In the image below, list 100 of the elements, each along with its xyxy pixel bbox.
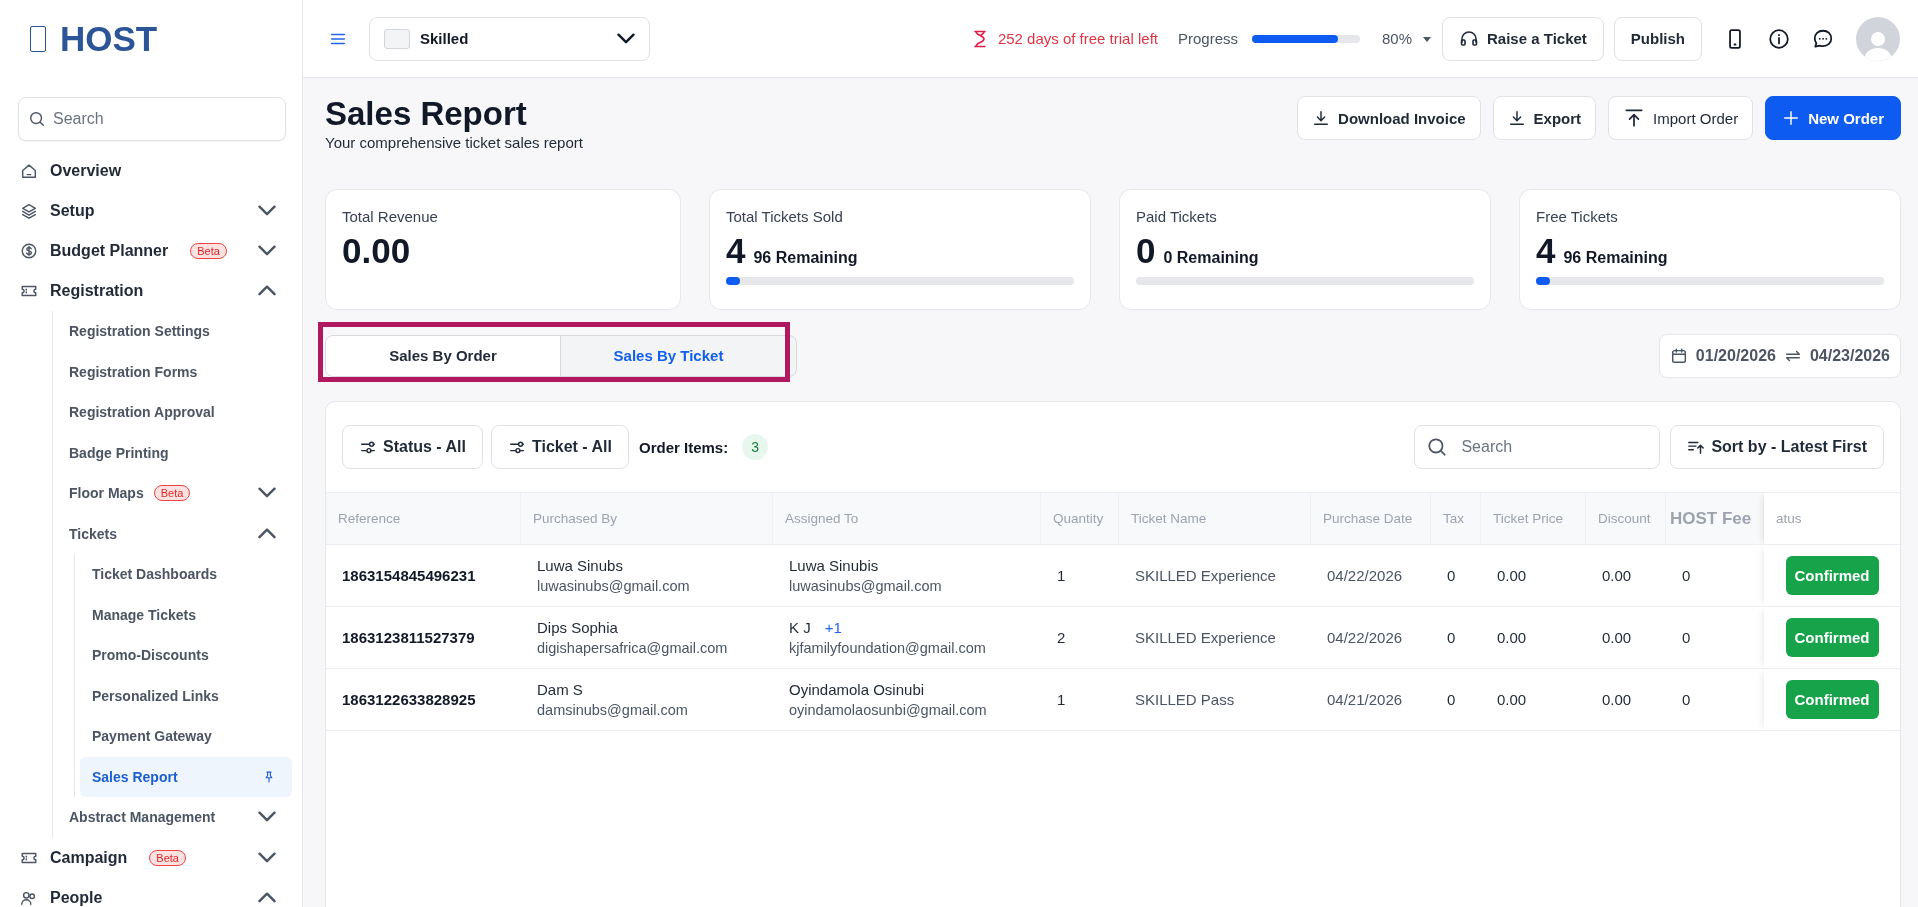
status-badge: Confirmed [1785,556,1879,595]
sidebar-item[interactable]: Registration Forms [53,351,302,392]
new-order-button[interactable]: New Order [1765,96,1901,140]
table-cell-text: 0.00 [1602,629,1633,646]
layers-icon [20,202,38,220]
column-header: Ticket Price [1481,492,1586,545]
sidebar-item[interactable]: Registration Approval [53,392,302,433]
sidebar-item[interactable]: Registration Settings [53,311,302,352]
chevron-up-icon[interactable] [258,891,276,903]
publish-button[interactable]: Publish [1613,16,1702,61]
search-icon [1426,436,1449,458]
download-button[interactable]: Export [1492,96,1597,140]
column-header: Purchase Date [1311,492,1431,545]
purchaser-name: Dam S [537,681,584,698]
remaining-count: 96 Remaining [1563,249,1668,267]
sidebar-item[interactable]: Floor Maps Beta [53,473,302,514]
table-cell-text: SKILLED Experience [1135,629,1277,646]
sidebar-item[interactable]: Campaign Beta [0,837,302,878]
sort-button[interactable]: Sort by - Latest First [1670,425,1884,469]
table-cell-text: 04/22/2026 [1327,567,1404,584]
home-icon [20,162,38,180]
chevron-down-icon[interactable] [258,487,276,499]
page-title: Sales Report [325,96,528,133]
search-field[interactable]: Search [1414,425,1661,469]
table-cell-text: 0 [1682,691,1692,708]
status-badge: Confirmed [1785,680,1879,719]
date-range-button[interactable]: 01/20/2026 04/23/2026 [1658,333,1901,378]
stat-value: 4 [1536,231,1556,271]
sidebar-item[interactable]: Sales Report [80,756,292,797]
table-cell-text: SKILLED Experience [1135,567,1277,584]
column-header: Purchased By [521,492,773,545]
assignee-name: Oyindamola Osinubi [789,681,925,698]
purchaser-email: digishapersafrica@gmail.com [537,640,729,656]
chevron-down-icon[interactable] [258,811,276,823]
import-button[interactable]: Import Order [1608,96,1754,140]
column-header: Quantity [1041,492,1119,545]
purchaser-name: Dips Sophia [537,619,619,636]
assignee-email: oyindamolaosunbi@gmail.com [789,702,988,718]
sidebar-item[interactable]: People [0,877,302,907]
tab[interactable]: Sales By Ticket [561,335,776,376]
sidebar-item[interactable]: Ticket Dashboards [80,554,292,595]
table-cell-text: 0 [1447,629,1457,646]
column-header: HOST Fee [1666,492,1764,545]
column-header: atus [1764,492,1900,545]
chevron-down-icon[interactable] [258,245,276,256]
sidebar-item[interactable]: Abstract Management [53,797,302,838]
chevron-up-icon[interactable] [258,527,276,539]
filter-button[interactable]: Ticket - All [490,425,629,469]
sidebar-item[interactable]: Personalized Links [80,675,292,716]
beta-badge: Beta [153,485,191,502]
column-header: Ticket Name [1119,492,1311,545]
assignee-email: kjfamilyfoundation@gmail.com [789,640,987,656]
sidebar-item[interactable]: Registration [0,271,302,311]
sidebar-item[interactable]: Tickets [53,513,302,554]
table-cell-text: 1863122633828925 [342,691,477,708]
order-count-badge: 3 [742,434,769,460]
beta-badge: Beta [149,849,186,866]
sidebar-item[interactable]: Budget Planner Beta [0,231,302,271]
progress-reading: 80% [1382,30,1413,47]
column-header: Tax [1431,492,1481,545]
chevron-down-icon[interactable] [617,33,635,44]
sidebar-item[interactable]: Setup [0,191,302,231]
sidebar-item[interactable]: Promo-Discounts [80,635,292,676]
column-header: Assigned To [773,492,1041,545]
tab[interactable]: Sales By Order [326,335,561,376]
remaining-count: 96 Remaining [753,249,858,267]
table-cell-text: 0.00 [1497,567,1528,584]
remaining-count: 0 Remaining [1163,249,1259,267]
sidebar-item[interactable]: Payment Gateway [80,716,292,757]
download-icon [1312,109,1331,127]
chevron-down-icon[interactable] [258,851,276,863]
table-cell-text: SKILLED Pass [1135,691,1236,708]
chevron-up-icon[interactable] [258,285,276,296]
stat-label: Total Revenue [342,208,439,225]
event-selector[interactable]: Skilled [369,16,650,61]
table-cell-text: 1 [1057,567,1067,584]
stat-value: 4 [726,231,746,271]
purchaser-email: damsinubs@gmail.com [537,702,689,718]
chevron-down-icon[interactable] [258,205,276,216]
stat-value: 0.00 [342,231,411,271]
calendar-icon [1669,346,1688,365]
sidebar-item[interactable]: Overview [0,151,302,191]
search-field[interactable]: Search [18,97,286,141]
table-cell-text: 0.00 [1497,691,1528,708]
table-cell-text: 2 [1057,629,1067,646]
stat-label: Paid Tickets [1136,208,1218,225]
assignee-name: K J [789,619,811,636]
column-header: Discount [1586,492,1666,545]
more-assignees-link[interactable]: +1 [824,619,842,636]
raise-ticket-button[interactable]: Raise a Ticket [1442,16,1604,61]
beta-badge: Beta [190,243,227,259]
column-header: Reference [326,492,521,545]
search-icon [28,110,46,128]
sidebar-item[interactable]: Badge Printing [53,432,302,473]
download-button[interactable]: Download Invoice [1297,96,1481,140]
plus-icon [1782,109,1801,127]
table-cell-text: 1863154845496231 [342,567,477,584]
sidebar-item[interactable]: Manage Tickets [80,594,292,635]
table-cell-text: 04/21/2026 [1327,691,1404,708]
filter-button[interactable]: Status - All [342,425,483,469]
